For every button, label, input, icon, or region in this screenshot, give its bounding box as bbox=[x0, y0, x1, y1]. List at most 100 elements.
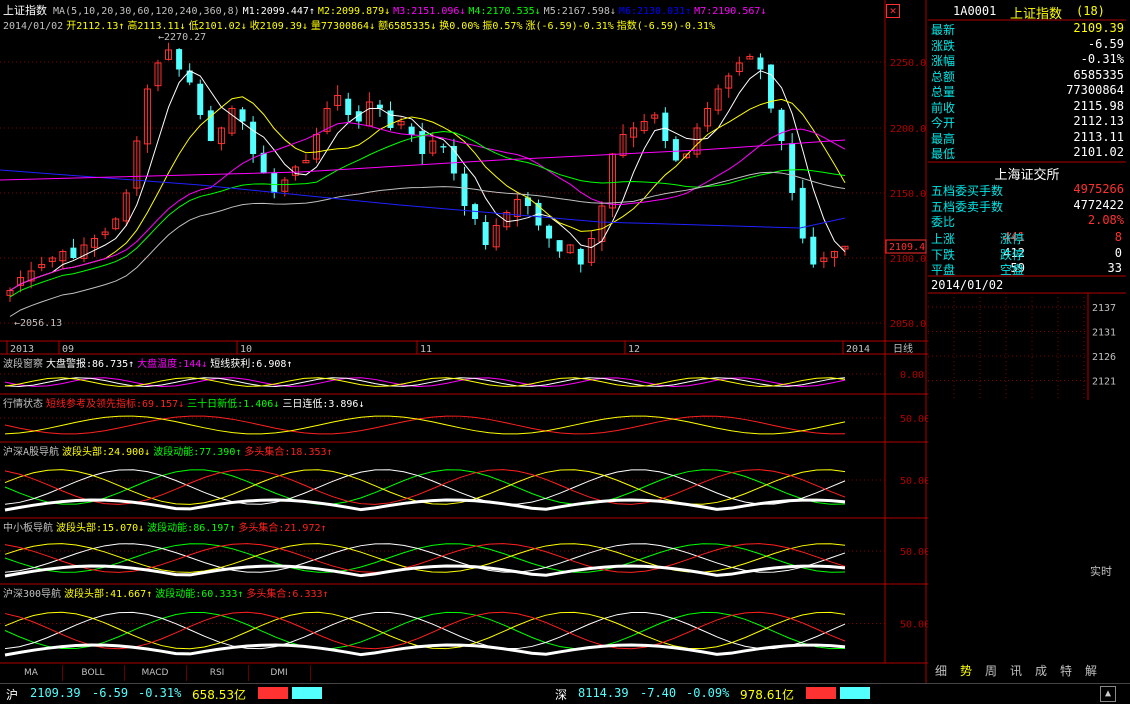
indicator-tick: 50.00 bbox=[900, 414, 928, 425]
tab-macd[interactable]: MACD bbox=[124, 665, 187, 681]
indicator-line bbox=[4, 611, 846, 650]
mini-tick: 2121 bbox=[1092, 377, 1116, 388]
index-title: 上证指数 bbox=[3, 4, 47, 17]
sz-amount: 978.61亿 bbox=[740, 688, 794, 702]
sh-amount: 658.53亿 bbox=[192, 688, 246, 702]
sz-change: -7.40 bbox=[640, 686, 677, 700]
ma-value: M2:2099.879↓ bbox=[317, 6, 391, 17]
date-tick: 2013 bbox=[10, 344, 34, 355]
ohlc-value: 额6585335↓ bbox=[378, 21, 437, 32]
candle-down bbox=[810, 236, 817, 265]
indicator-line bbox=[4, 611, 846, 650]
indicator-value: 波段动能:60.333↑ bbox=[155, 589, 244, 600]
ma30-line bbox=[9, 130, 846, 298]
intraday-chart[interactable]: 2137213121262121211521102105210094095 bbox=[928, 0, 1130, 400]
sz-breadth-bar bbox=[806, 687, 870, 699]
panel-tab[interactable]: 讯 bbox=[1005, 662, 1027, 680]
panel-tab[interactable]: 特 bbox=[1055, 662, 1077, 680]
ma60-line bbox=[9, 171, 846, 317]
candle-down bbox=[461, 173, 468, 206]
candle-down bbox=[271, 172, 278, 193]
panel-tab[interactable]: 解 bbox=[1080, 662, 1102, 680]
tab-rsi[interactable]: RSI bbox=[186, 665, 249, 681]
ohlc-value: 换0.00% bbox=[439, 21, 480, 32]
price-tick: 2100.0 bbox=[890, 254, 926, 265]
candle-down bbox=[419, 131, 426, 154]
indicator-legend: 沪深A股导航 波段头部:24.900↓ 波段动能:77.390↑ 多头集合:18.35… bbox=[3, 443, 336, 458]
indicator-value: 多头集合:18.353↑ bbox=[244, 447, 333, 458]
candle-down bbox=[376, 104, 383, 109]
candle-down bbox=[440, 146, 447, 148]
ma5-line bbox=[9, 70, 846, 291]
indicator-value: 三十日新低:1.406↓ bbox=[187, 399, 280, 410]
panel-tab[interactable]: 周 bbox=[980, 662, 1002, 680]
candle-down bbox=[757, 57, 764, 70]
sz-percent: -0.09% bbox=[686, 686, 730, 700]
status-bar: 沪 2109.39 -6.59 -0.31% 658.53亿 深 8114.39… bbox=[0, 683, 1130, 704]
candle-down bbox=[197, 83, 204, 115]
ma-legend: 上证指数 MA(5,10,20,30,60,120,240,360,8) M1:2… bbox=[3, 2, 769, 18]
sh-percent: -0.31% bbox=[138, 686, 182, 700]
indicator-line bbox=[4, 469, 846, 505]
ohlc-value: 2014/01/02 bbox=[3, 21, 64, 32]
ohlc-value: 收2109.39↓ bbox=[249, 21, 308, 32]
candle-down bbox=[408, 126, 415, 135]
realtime-label: 实时 bbox=[1090, 565, 1112, 578]
period-label: 日线 bbox=[893, 342, 913, 355]
indicator-name: 波段窗察 bbox=[3, 359, 43, 370]
panel-tab[interactable]: 细 bbox=[930, 662, 952, 680]
ma-value: M5:2167.598↓ bbox=[543, 6, 616, 17]
indicator-value: 短线获利:6.908↑ bbox=[210, 359, 293, 370]
indicator-name: 沪深300导航 bbox=[3, 589, 62, 600]
candle-down bbox=[577, 248, 584, 265]
indicator-name: 中小板导航 bbox=[3, 523, 53, 534]
ma-value: M3:2151.096↓ bbox=[393, 6, 466, 17]
ohlc-value: 量77300864↓ bbox=[310, 21, 376, 32]
tab-ma[interactable]: MA bbox=[0, 665, 63, 681]
price-tick: 2250.0 bbox=[890, 58, 926, 69]
sh-label: 沪 bbox=[6, 688, 19, 702]
date-tick: 09 bbox=[62, 344, 74, 355]
indicator-value: 波段头部:41.667↑ bbox=[64, 589, 153, 600]
indicator-value: 波段头部:24.900↓ bbox=[62, 447, 151, 458]
close-icon[interactable]: ✕ bbox=[886, 4, 900, 18]
ohlc-value: 振0.57% bbox=[482, 21, 523, 32]
indicator-tick: 50.00 bbox=[900, 476, 928, 487]
indicator-tick: 50.00 bbox=[900, 620, 928, 631]
indicator-legend: 波段窗察 大盘警报:86.735↑ 大盘温度:144↓ 短线获利:6.908↑ bbox=[3, 355, 295, 370]
ohlc-value: 涨(-6.59)-0.31% bbox=[525, 21, 614, 32]
date-tick: 10 bbox=[240, 344, 252, 355]
candle-down bbox=[778, 109, 785, 141]
indicator-value: 波段动能:86.197↑ bbox=[147, 523, 236, 534]
kline-chart[interactable]: 2250.0 2200.0 2150.0 2100.0 2050.0 ←2270.27 ←2… bbox=[0, 0, 928, 683]
ohlc-value: 开2112.13↑ bbox=[66, 21, 125, 32]
date-tick: 12 bbox=[628, 344, 640, 355]
indicator-tick: 50.00 bbox=[900, 547, 928, 558]
panel-tab[interactable]: 成 bbox=[1030, 662, 1052, 680]
low-label: ←2056.13 bbox=[14, 318, 62, 329]
sh-breadth-bar bbox=[258, 687, 322, 699]
ma-value: M7:2190.567↓ bbox=[694, 6, 767, 17]
tab-boll[interactable]: BOLL bbox=[62, 665, 125, 681]
candle-down bbox=[176, 49, 183, 70]
indicator-legend: 沪深300导航 波段头部:41.667↑ 波段动能:60.333↑ 多头集合:6.33… bbox=[3, 585, 332, 600]
candle-down bbox=[239, 109, 246, 122]
mini-tick: 2131 bbox=[1092, 328, 1116, 339]
tab-dmi[interactable]: DMI bbox=[248, 665, 311, 681]
high-label: ←2270.27 bbox=[158, 32, 206, 43]
panel-tab[interactable]: 势 bbox=[955, 662, 977, 680]
indicator-value: 波段动能:77.390↑ bbox=[153, 447, 242, 458]
sh-price: 2109.39 bbox=[30, 686, 81, 700]
indicator-line bbox=[4, 469, 846, 505]
price-tick: 2050.0 bbox=[890, 319, 926, 330]
price-tag-text: 2109.4 bbox=[889, 242, 925, 253]
sh-change: -6.59 bbox=[92, 686, 129, 700]
indicator-value: 波段头部:15.070↓ bbox=[56, 523, 145, 534]
ohlc-value: 高2113.11↓ bbox=[127, 21, 186, 32]
indicator-line bbox=[4, 469, 846, 505]
ma-value: M4:2170.535↓ bbox=[468, 6, 541, 17]
candle-down bbox=[556, 240, 563, 252]
date-tick: 2014 bbox=[846, 344, 870, 355]
indicator-line bbox=[4, 611, 846, 650]
alert-icon[interactable]: ▲ bbox=[1100, 686, 1116, 702]
